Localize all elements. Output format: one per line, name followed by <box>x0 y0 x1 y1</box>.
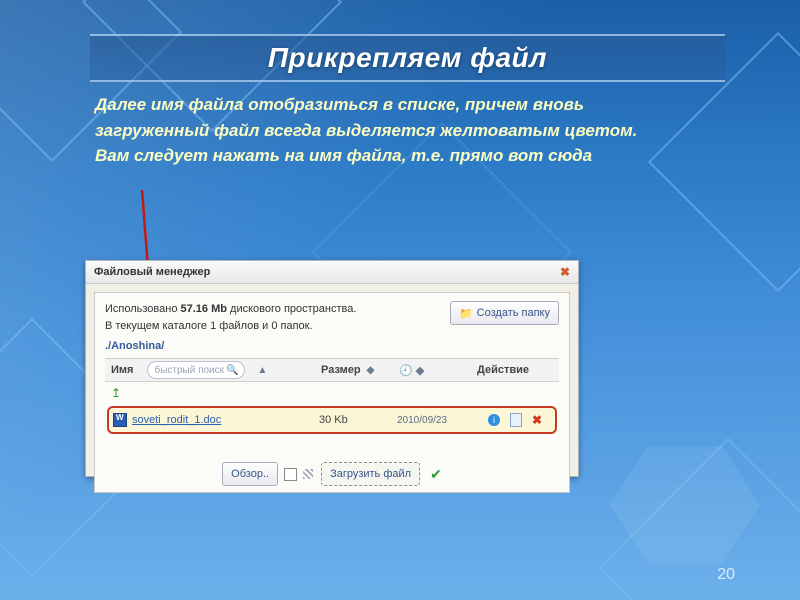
catalog-count: В текущем каталоге 1 файлов и 0 папок. <box>105 320 313 332</box>
file-row-highlighted[interactable]: soveti_rodit_1.doc 30 Kb 2010/09/23 i ✖ <box>107 406 557 434</box>
file-name-link[interactable]: soveti_rodit_1.doc <box>132 414 221 426</box>
create-folder-button[interactable]: 📁 Создать папку <box>450 301 559 325</box>
folder-plus-icon: 📁 <box>459 307 473 320</box>
file-manager-window: Файловый менеджер ✖ Использовано 57.16 M… <box>85 260 579 477</box>
file-date: 2010/09/23 <box>397 415 475 426</box>
description-text: Далее имя файла отобразиться в списке, п… <box>95 92 665 169</box>
file-manager-panel: Использовано 57.16 Mb дискового простран… <box>94 292 570 493</box>
breadcrumb-path[interactable]: ./Anoshina/ <box>105 340 559 352</box>
sort-icon[interactable]: ◆ <box>367 365 375 376</box>
browse-button[interactable]: Обзор.. <box>222 462 278 486</box>
up-arrow-icon: ↥ <box>111 386 121 400</box>
date-sort-icon[interactable]: 🕘 ◆ <box>399 365 424 377</box>
storage-info: Использовано 57.16 Mb дискового простран… <box>105 301 356 334</box>
info-icon[interactable]: i <box>488 414 500 426</box>
confirm-check-icon[interactable]: ✔ <box>430 466 442 483</box>
title-banner: Прикрепляем файл <box>90 34 725 82</box>
quick-search-input[interactable]: быстрый поиск 🔍 <box>147 361 245 379</box>
table-header: Имя быстрый поиск 🔍 ▲ Размер ◆ 🕘 ◆ Действ… <box>105 358 559 382</box>
checkbox[interactable] <box>284 468 297 481</box>
delete-icon[interactable]: ✖ <box>532 413 542 427</box>
window-title: Файловый менеджер <box>94 266 210 278</box>
sort-asc-icon[interactable]: ▲ <box>257 365 267 376</box>
storage-used: 57.16 Mb <box>181 303 227 315</box>
slide: Прикрепляем файл Далее имя файла отобраз… <box>0 0 800 600</box>
col-action-header: Действие <box>477 364 559 376</box>
search-icon: 🔍 <box>226 365 238 376</box>
window-titlebar: Файловый менеджер ✖ <box>86 261 578 284</box>
close-icon[interactable]: ✖ <box>560 265 570 279</box>
upload-footer: Обзор.. Загрузить файл ✔ <box>105 462 559 486</box>
col-size-header[interactable]: Размер <box>321 364 361 376</box>
page-title: Прикрепляем файл <box>268 42 547 74</box>
up-directory-row[interactable]: ↥ <box>105 382 559 404</box>
pattern-icon <box>303 469 313 479</box>
col-name-header[interactable]: Имя <box>111 364 133 376</box>
edit-icon[interactable] <box>510 413 522 427</box>
file-size: 30 Kb <box>319 414 397 426</box>
word-doc-icon <box>113 413 127 427</box>
page-number: 20 <box>717 566 735 584</box>
upload-file-button[interactable]: Загрузить файл <box>321 462 420 486</box>
